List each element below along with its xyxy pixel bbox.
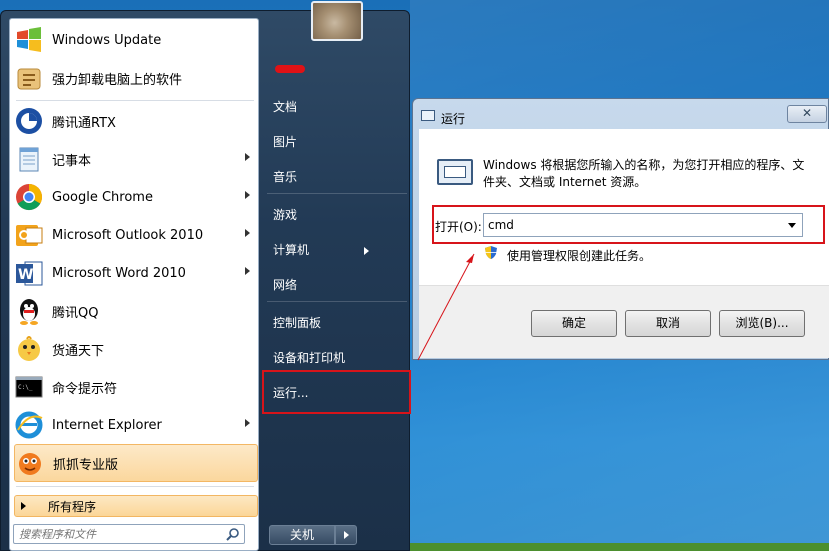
notepad-icon <box>14 144 44 174</box>
redacted-username <box>275 65 305 73</box>
ie-icon <box>14 410 44 440</box>
user-avatar[interactable] <box>311 1 363 41</box>
svg-text:C:\_: C:\_ <box>18 384 33 391</box>
uac-shield-icon <box>485 246 497 259</box>
program-windows-update[interactable]: Windows Update <box>14 21 258 59</box>
submenu-arrow-icon <box>245 267 250 275</box>
close-button[interactable]: ✕ <box>787 105 827 123</box>
rtx-icon <box>14 106 44 136</box>
right-item-games[interactable]: 游戏 <box>273 206 297 223</box>
admin-note: 使用管理权限创建此任务。 <box>507 249 652 263</box>
shutdown-button[interactable]: 关机 <box>269 525 335 545</box>
run-description: Windows 将根据您所输入的名称，为您打开相应的程序、文件夹、文档或 Int… <box>483 158 805 189</box>
chevron-right-icon <box>344 531 349 539</box>
search-icon[interactable] <box>226 527 240 541</box>
chrome-icon <box>14 182 44 212</box>
right-item-pictures[interactable]: 图片 <box>273 133 297 150</box>
browse-button[interactable]: 浏览(B)... <box>719 310 805 337</box>
uninstall-icon <box>14 63 44 93</box>
run-program-icon <box>437 159 473 185</box>
qq-icon <box>14 296 44 326</box>
open-field-highlight-box <box>432 205 825 244</box>
zhuazhua-icon <box>15 448 45 478</box>
separator <box>267 193 407 194</box>
cancel-button[interactable]: 取消 <box>625 310 711 337</box>
word-icon: W <box>14 258 44 288</box>
program-ie[interactable]: Internet Explorer <box>14 406 258 444</box>
all-programs-button[interactable]: 所有程序 <box>14 495 258 517</box>
desktop-foreground-strip <box>410 543 829 551</box>
expand-arrow-icon <box>21 502 26 510</box>
start-menu: Windows Update 强力卸载电脑上的软件 腾讯通RTX 记事本 Goo… <box>0 1 411 551</box>
start-search-box[interactable] <box>13 524 245 544</box>
right-item-computer-label: 计算机 <box>273 243 310 257</box>
program-zhuazhua[interactable]: 抓抓专业版 <box>14 444 258 482</box>
separator <box>16 486 254 487</box>
run-highlight-box <box>262 370 411 414</box>
cmd-icon: C:\_ <box>14 372 44 402</box>
separator <box>16 100 254 101</box>
program-word[interactable]: W Microsoft Word 2010 <box>14 254 258 292</box>
program-outlook[interactable]: Microsoft Outlook 2010 <box>14 216 258 254</box>
dialog-title: 运行 <box>441 112 466 126</box>
run-window-icon <box>421 110 435 121</box>
separator <box>267 301 407 302</box>
program-rtx[interactable]: 腾讯通RTX <box>14 102 258 140</box>
submenu-arrow-icon <box>245 191 250 199</box>
right-item-music[interactable]: 音乐 <box>273 168 297 185</box>
programs-pane: Windows Update 强力卸载电脑上的软件 腾讯通RTX 记事本 Goo… <box>9 18 259 551</box>
right-item-documents[interactable]: 文档 <box>273 98 297 115</box>
right-item-computer[interactable]: 计算机 <box>273 241 370 258</box>
right-item-network[interactable]: 网络 <box>273 276 297 293</box>
right-item-control-panel[interactable]: 控制面板 <box>273 314 321 331</box>
submenu-arrow-icon <box>245 419 250 427</box>
submenu-arrow-icon <box>364 246 370 255</box>
search-input[interactable] <box>14 525 226 543</box>
chick-icon <box>14 334 44 364</box>
program-notepad[interactable]: 记事本 <box>14 140 258 178</box>
submenu-arrow-icon <box>245 153 250 161</box>
program-uninstaller[interactable]: 强力卸载电脑上的软件 <box>14 59 258 97</box>
program-cmd[interactable]: C:\_ 命令提示符 <box>14 368 258 406</box>
shutdown-options-button[interactable] <box>335 525 357 545</box>
windows-update-icon <box>14 25 44 55</box>
program-qq[interactable]: 腾讯QQ <box>14 292 258 330</box>
outlook-icon <box>14 220 44 250</box>
svg-text:W: W <box>18 267 33 283</box>
ok-button[interactable]: 确定 <box>531 310 617 337</box>
submenu-arrow-icon <box>245 229 250 237</box>
program-huotong[interactable]: 货通天下 <box>14 330 258 368</box>
program-chrome[interactable]: Google Chrome <box>14 178 258 216</box>
right-item-devices-printers[interactable]: 设备和打印机 <box>273 349 345 366</box>
